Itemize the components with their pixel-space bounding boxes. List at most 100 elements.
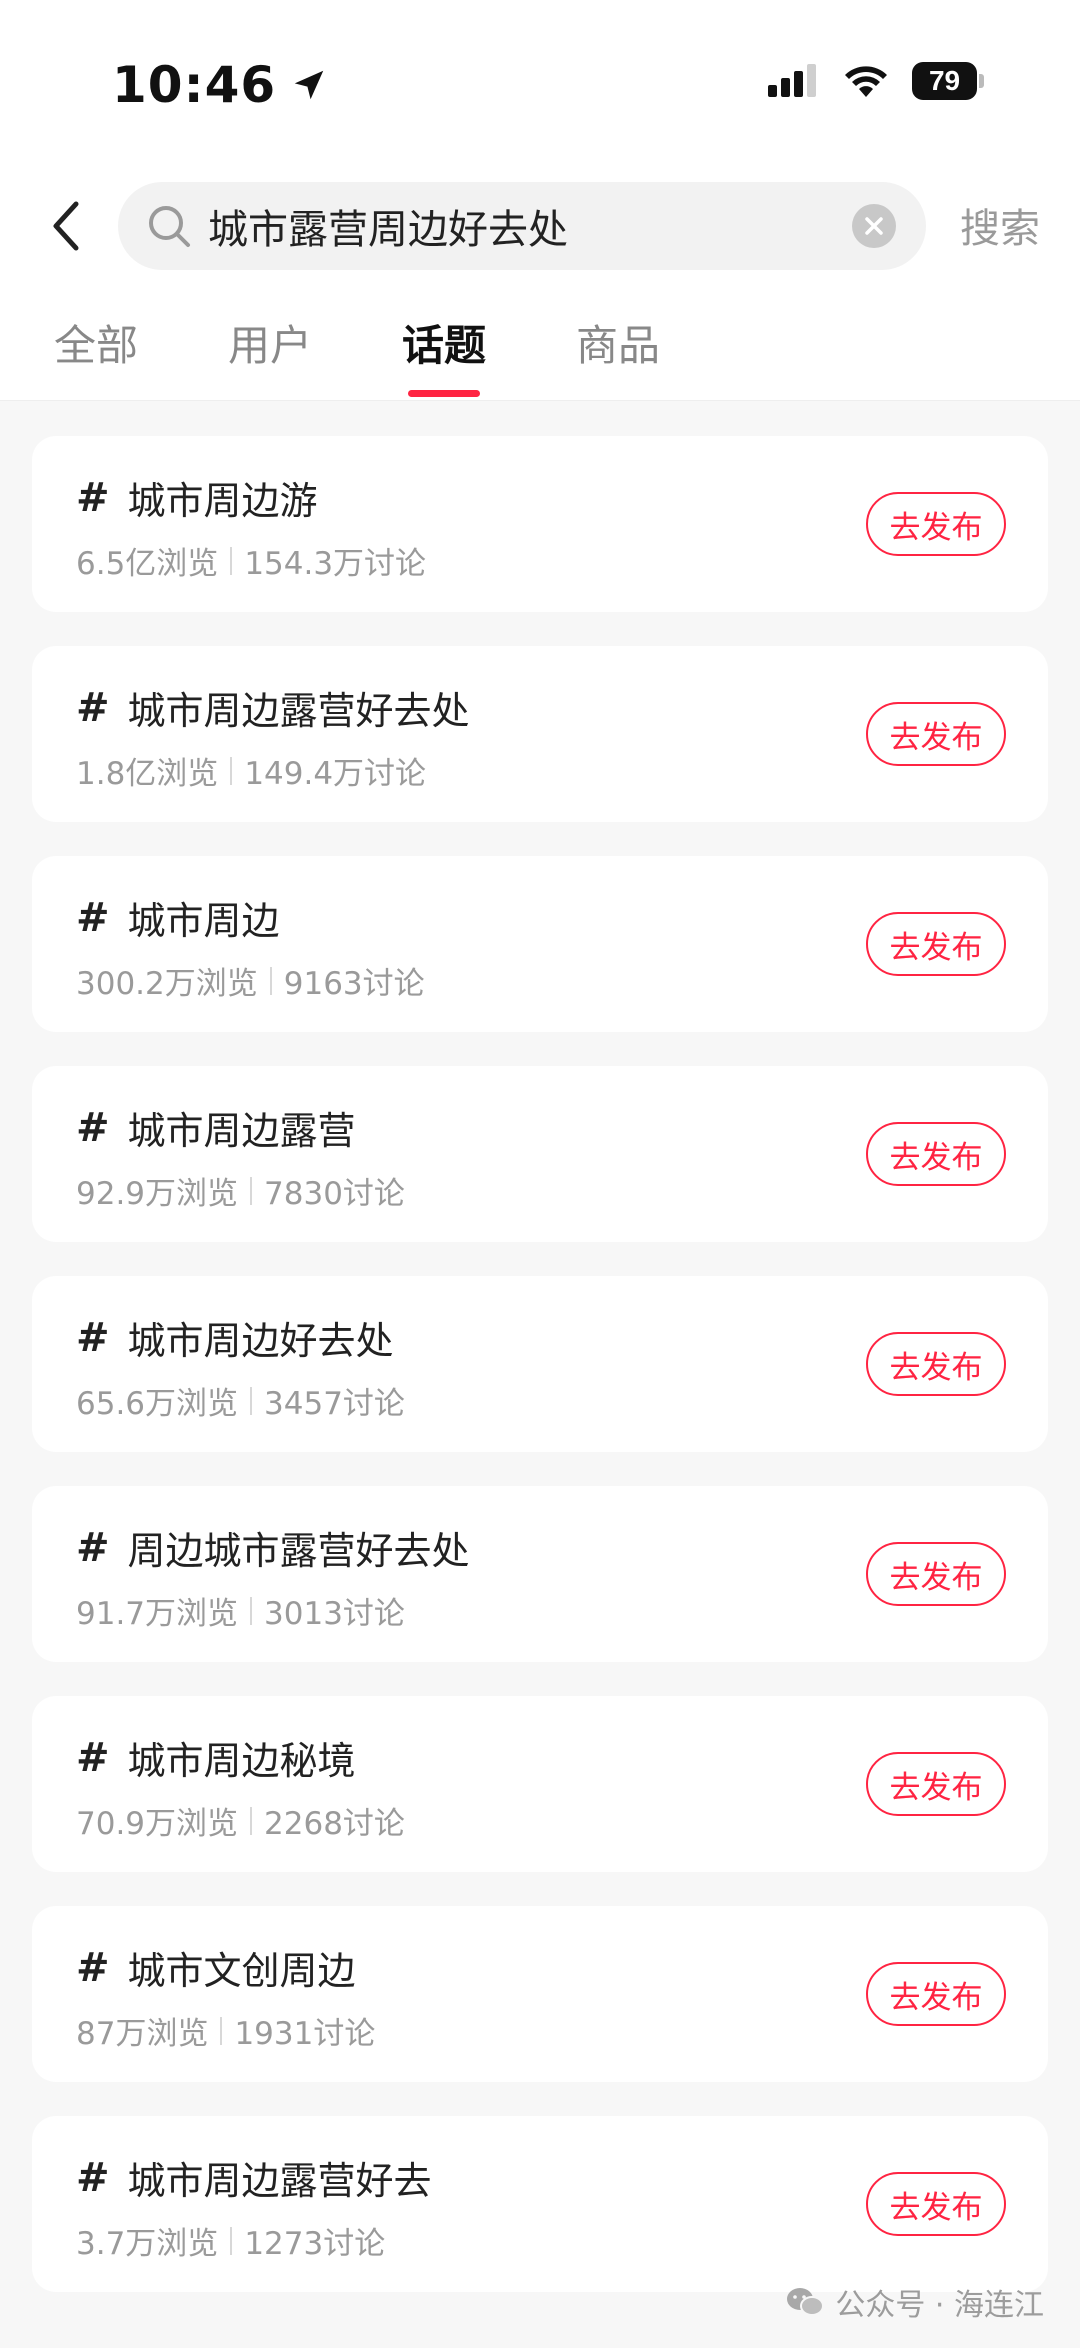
topic-views: 65.6万浏览 [76, 1386, 239, 1422]
topic-views: 92.9万浏览 [76, 1176, 239, 1212]
topic-title-text: 周边城市露营好去处 [127, 1529, 470, 1573]
search-box[interactable] [118, 182, 926, 270]
hash-icon: # [76, 1734, 110, 1781]
hash-icon: # [76, 2154, 110, 2201]
topic-meta: 1.8亿浏览 149.4万讨论 [76, 748, 426, 793]
topic-views: 70.9万浏览 [76, 1806, 239, 1842]
meta-divider [230, 546, 233, 575]
topic-meta: 6.5亿浏览 154.3万讨论 [76, 538, 426, 583]
topic-card[interactable]: # 周边城市露营好去处 91.7万浏览 3013讨论 去发布 [32, 1486, 1048, 1662]
search-button[interactable]: 搜索 [960, 196, 1040, 254]
topic-title: # 周边城市露营好去处 [76, 1520, 470, 1575]
meta-divider [230, 756, 233, 785]
hash-icon: # [76, 1314, 110, 1361]
battery-icon: 79 [912, 62, 984, 100]
hash-icon: # [76, 684, 110, 731]
topic-title-text: 城市周边露营好去 [127, 2159, 432, 2203]
topic-views: 6.5亿浏览 [76, 546, 219, 582]
search-input[interactable] [208, 203, 848, 249]
meta-divider [250, 1176, 253, 1205]
meta-divider [250, 1386, 253, 1415]
topic-title: # 城市周边露营好去处 [76, 680, 470, 735]
publish-button[interactable]: 去发布 [866, 1122, 1006, 1186]
publish-button[interactable]: 去发布 [866, 1542, 1006, 1606]
topic-meta: 87万浏览 1931讨论 [76, 2008, 375, 2053]
signal-icon [768, 64, 816, 97]
tab-users[interactable]: 用户 [228, 312, 312, 373]
tab-all[interactable]: 全部 [54, 312, 138, 373]
topic-title-text: 城市周边 [127, 899, 280, 943]
back-chevron-icon [53, 201, 79, 251]
topic-title: # 城市周边 [76, 890, 280, 945]
status-icons: 79 [766, 62, 984, 100]
topic-discussions: 3457讨论 [264, 1386, 405, 1422]
meta-divider [250, 1596, 253, 1625]
topic-meta: 70.9万浏览 2268讨论 [76, 1798, 405, 1843]
topic-card[interactable]: # 城市周边露营好去处 1.8亿浏览 149.4万讨论 去发布 [32, 646, 1048, 822]
topic-discussions: 1273讨论 [244, 2226, 386, 2262]
publish-button[interactable]: 去发布 [866, 492, 1006, 556]
topic-title: # 城市周边露营 [76, 1100, 356, 1155]
topic-discussions: 3013讨论 [264, 1596, 405, 1632]
topic-card[interactable]: # 城市周边游 6.5亿浏览 154.3万讨论 去发布 [32, 436, 1048, 612]
topic-views: 91.7万浏览 [76, 1596, 239, 1632]
hash-icon: # [76, 1104, 110, 1151]
topic-list: # 城市周边游 6.5亿浏览 154.3万讨论 去发布 # 城市周边露营好去处 1.8… [32, 436, 1048, 2326]
hash-icon: # [76, 1524, 110, 1571]
topic-meta: 91.7万浏览 3013讨论 [76, 1588, 405, 1633]
topic-discussions: 149.4万讨论 [244, 756, 427, 792]
watermark: 公众号 · 海连江 [785, 2280, 1044, 2324]
topic-views: 3.7万浏览 [76, 2226, 219, 2262]
topic-card[interactable]: # 城市周边秘境 70.9万浏览 2268讨论 去发布 [32, 1696, 1048, 1872]
topic-card[interactable]: # 城市周边露营好去 3.7万浏览 1273讨论 去发布 [32, 2116, 1048, 2292]
meta-divider [220, 2016, 223, 2045]
topic-meta: 3.7万浏览 1273讨论 [76, 2218, 385, 2263]
battery-tip [979, 74, 984, 88]
publish-button[interactable]: 去发布 [866, 912, 1006, 976]
topic-card[interactable]: # 城市周边好去处 65.6万浏览 3457讨论 去发布 [32, 1276, 1048, 1452]
tab-topics[interactable]: 话题 [402, 312, 486, 397]
meta-divider [230, 2226, 233, 2255]
topic-title: # 城市文创周边 [76, 1940, 356, 1995]
search-icon [149, 206, 190, 247]
tab-products[interactable]: 商品 [576, 312, 660, 373]
topic-discussions: 1931讨论 [234, 2016, 376, 2052]
clear-x-icon [865, 217, 883, 235]
topic-title-text: 城市周边秘境 [127, 1739, 356, 1783]
topic-title-text: 城市周边露营好去处 [127, 689, 470, 733]
topic-discussions: 9163讨论 [283, 966, 425, 1002]
back-button[interactable] [40, 196, 90, 256]
topic-card[interactable]: # 城市周边 300.2万浏览 9163讨论 去发布 [32, 856, 1048, 1032]
location-arrow-icon [294, 70, 324, 100]
topic-meta: 92.9万浏览 7830讨论 [76, 1168, 405, 1213]
topic-views: 1.8亿浏览 [76, 756, 219, 792]
topic-title-text: 城市周边好去处 [127, 1319, 394, 1363]
hash-icon: # [76, 1944, 110, 1991]
status-time-text: 10:46 [112, 56, 277, 114]
publish-button[interactable]: 去发布 [866, 2172, 1006, 2236]
meta-divider [250, 1806, 253, 1835]
topic-title: # 城市周边露营好去 [76, 2150, 432, 2205]
topic-card[interactable]: # 城市周边露营 92.9万浏览 7830讨论 去发布 [32, 1066, 1048, 1242]
topic-views: 300.2万浏览 [76, 966, 258, 1002]
watermark-text: 公众号 · 海连江 [835, 2288, 1044, 2323]
publish-button[interactable]: 去发布 [866, 702, 1006, 766]
top-bar: 10:46 79 城市露营周边好去处 搜索 全部 用户 话题 商品 [0, 0, 1080, 401]
topic-meta: 65.6万浏览 3457讨论 [76, 1378, 405, 1423]
meta-divider [269, 966, 272, 995]
publish-button[interactable]: 去发布 [866, 1962, 1006, 2026]
hash-icon: # [76, 894, 110, 941]
wechat-icon [787, 2288, 825, 2316]
publish-button[interactable]: 去发布 [866, 1752, 1006, 1816]
topic-title-text: 城市文创周边 [127, 1949, 356, 1993]
publish-button[interactable]: 去发布 [866, 1332, 1006, 1396]
hash-icon: # [76, 474, 110, 521]
topic-discussions: 7830讨论 [264, 1176, 405, 1212]
topic-title: # 城市周边好去处 [76, 1310, 394, 1365]
topic-title: # 城市周边秘境 [76, 1730, 356, 1785]
topic-discussions: 154.3万讨论 [244, 546, 427, 582]
topic-discussions: 2268讨论 [264, 1806, 405, 1842]
topic-card[interactable]: # 城市文创周边 87万浏览 1931讨论 去发布 [32, 1906, 1048, 2082]
topic-title-text: 城市周边游 [127, 479, 318, 523]
clear-icon[interactable] [852, 204, 896, 248]
